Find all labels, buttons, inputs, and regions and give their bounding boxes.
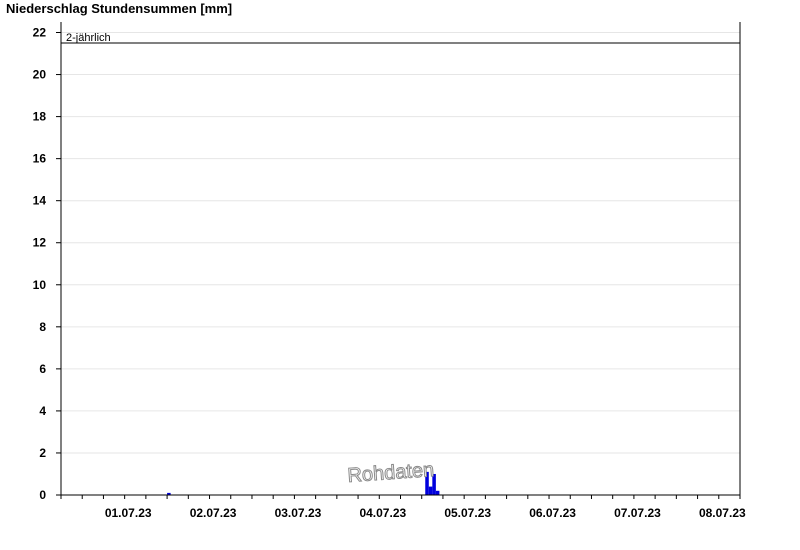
y-tick-label: 0 <box>39 488 46 502</box>
y-tick-label: 22 <box>33 26 47 40</box>
grid-lines <box>61 32 740 454</box>
y-tick-label: 16 <box>33 152 47 166</box>
x-tick-label: 05.07.23 <box>444 506 491 520</box>
y-tick-label: 6 <box>39 362 46 376</box>
precipitation-bar <box>428 486 433 495</box>
watermark-label: Rohdaten <box>347 459 435 487</box>
y-tick-label: 18 <box>33 110 47 124</box>
x-tick-label: 06.07.23 <box>529 506 576 520</box>
precipitation-bar <box>435 490 440 495</box>
y-tick-label: 10 <box>33 278 47 292</box>
x-tick-label: 03.07.23 <box>275 506 322 520</box>
y-tick-label: 12 <box>33 236 47 250</box>
x-tick-label: 02.07.23 <box>190 506 237 520</box>
x-tick-label: 04.07.23 <box>359 506 406 520</box>
y-tick-label: 4 <box>39 404 46 418</box>
y-ticks: 0 2 4 6 8 10 12 14 16 18 20 22 <box>33 26 61 502</box>
y-tick-label: 8 <box>39 320 46 334</box>
y-tick-label: 2 <box>39 446 46 460</box>
axes <box>56 22 741 496</box>
x-ticks: 01.07.23 02.07.23 03.07.23 04.07.23 05.07.23… <box>60 495 746 520</box>
x-tick-label: 08.07.23 <box>699 506 746 520</box>
x-tick-label: 07.07.23 <box>614 506 661 520</box>
y-tick-label: 14 <box>33 194 47 208</box>
precipitation-chart: Niederschlag Stundensummen [mm] 2-jährli… <box>6 1 746 520</box>
reference-line-label: 2-jährlich <box>66 32 111 44</box>
y-tick-label: 20 <box>33 68 47 82</box>
reference-lines: 2-jährlich <box>61 32 740 44</box>
chart-title: Niederschlag Stundensummen [mm] <box>6 1 232 16</box>
x-tick-label: 01.07.23 <box>105 506 152 520</box>
